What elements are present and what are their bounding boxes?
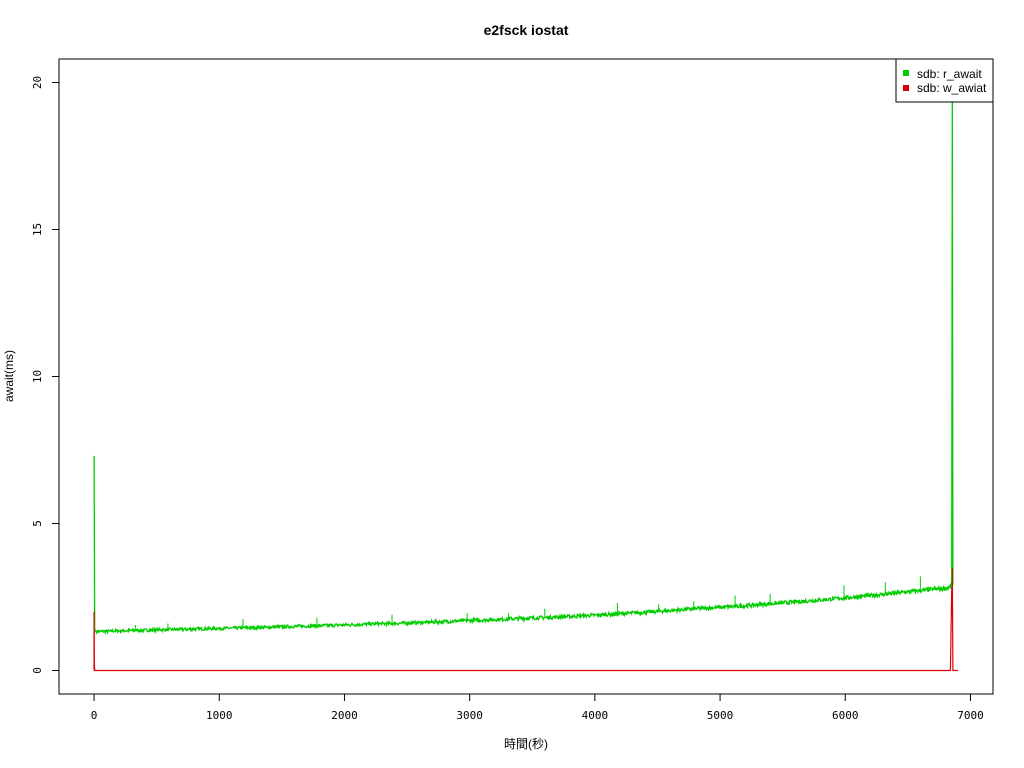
x-axis: 0 1000 2000 3000 4000 5000 6000 7000 (91, 693, 984, 722)
y-axis-label: await(ms) (2, 350, 16, 402)
x-tick-label: 4000 (582, 709, 609, 722)
plot-frame (58, 58, 994, 695)
legend-label-w-awiat: sdb: w_awiat (917, 81, 987, 95)
y-tick-label: 10 (31, 370, 44, 383)
x-tick-label: 1000 (206, 709, 233, 722)
legend-swatch-w-awiat (903, 85, 909, 91)
chart-title: e2fsck iostat (484, 22, 569, 38)
legend-swatch-r-await (903, 70, 909, 76)
x-tick-label: 7000 (957, 709, 984, 722)
chart-canvas: e2fsck iostat 0 5 10 15 20 0 1000 2000 3000 4000… (2, 22, 994, 751)
x-tick-label: 2000 (331, 709, 358, 722)
y-tick-label: 20 (31, 76, 44, 89)
series-line-r-await (93, 97, 954, 636)
y-tick-label: 0 (31, 667, 44, 674)
y-tick-label: 15 (31, 223, 44, 236)
y-tick-label: 5 (31, 520, 44, 527)
x-tick-label: 5000 (707, 709, 734, 722)
y-axis: 0 5 10 15 20 (31, 76, 60, 674)
x-tick-label: 3000 (456, 709, 483, 722)
x-tick-label: 0 (91, 709, 98, 722)
x-axis-label: 時間(秒) (504, 737, 548, 751)
series-layer (93, 97, 958, 672)
legend-label-r-await: sdb: r_await (917, 67, 982, 81)
legend: sdb: r_await sdb: w_awiat (895, 58, 994, 103)
x-tick-label: 6000 (832, 709, 859, 722)
